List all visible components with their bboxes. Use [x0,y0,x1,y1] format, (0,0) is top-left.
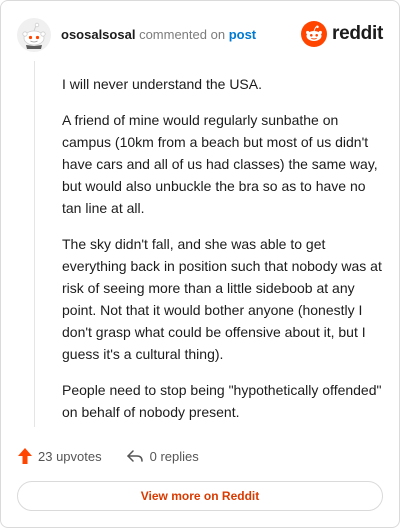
reddit-wordmark: reddit [332,23,383,44]
upvote-button[interactable]: 23 upvotes [17,447,102,465]
replies-button[interactable]: 0 replies [126,449,199,464]
comment-footer: 23 upvotes 0 replies [17,445,199,467]
comment-body: I will never understand the USA. A frien… [62,73,382,437]
comment-meta: ososalsosal commented on post [61,27,256,43]
upvote-arrow-icon [18,448,32,464]
comment-paragraph: A friend of mine would regularly sunbath… [62,112,378,216]
reddit-logo-icon [301,21,328,47]
replies-count: 0 replies [149,448,199,464]
upvote-count: 23 upvotes [38,448,102,464]
comment-paragraph: I will never understand the USA. [62,76,262,92]
comment-paragraph: The sky didn't fall, and she was able to… [62,236,382,362]
comment-embed-card: ososalsosal commented on post reddit I w… [0,0,400,528]
username[interactable]: ososalsosal [61,27,135,42]
view-more-button[interactable]: View more on Reddit [17,481,383,511]
snoo-avatar-icon[interactable] [17,18,51,52]
post-link[interactable]: post [229,27,256,42]
reddit-logo[interactable]: reddit [301,21,383,47]
comment-header: ososalsosal commented on post reddit [17,17,383,53]
reply-icon [126,450,143,462]
thread-line [34,61,35,427]
action-text: commented on [139,27,226,42]
comment-paragraph: People need to stop being "hypotheticall… [62,382,382,420]
